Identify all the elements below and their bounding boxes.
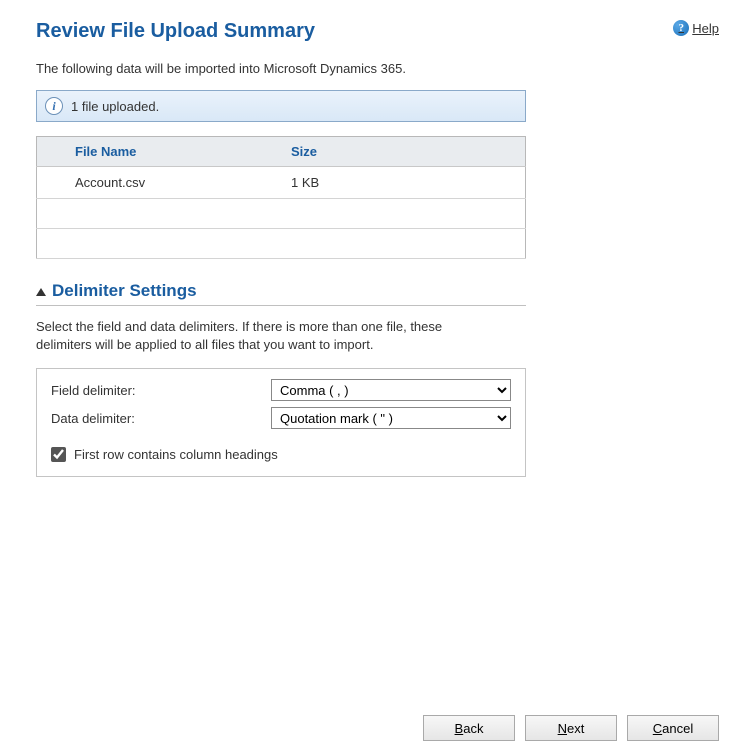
info-icon: i [45,97,63,115]
delimiter-section-title: Delimiter Settings [52,281,197,301]
intro-text: The following data will be imported into… [36,61,719,76]
table-row-empty [37,229,526,259]
cancel-button[interactable]: Cancel [627,715,719,741]
button-bar: Back Next Cancel [423,715,719,741]
table-row[interactable]: Account.csv 1 KB [37,167,526,199]
col-size[interactable]: Size [281,137,526,167]
file-table: File Name Size Account.csv 1 KB [36,136,526,259]
back-button[interactable]: Back [423,715,515,741]
field-delimiter-select[interactable]: Comma ( , ) [271,379,511,401]
page-title: Review File Upload Summary [36,20,315,43]
data-delimiter-label: Data delimiter: [51,411,271,426]
first-row-headings-label: First row contains column headings [74,447,278,462]
chevron-down-icon [36,288,46,296]
next-button[interactable]: Next [525,715,617,741]
help-icon: ? [673,20,689,36]
help-label: Help [692,21,719,36]
cell-file-name: Account.csv [37,167,282,199]
first-row-headings-checkbox[interactable] [51,447,66,462]
upload-banner: i 1 file uploaded. [36,90,526,122]
delimiter-section-header[interactable]: Delimiter Settings [36,281,526,306]
upload-banner-text: 1 file uploaded. [71,99,159,114]
help-link[interactable]: ? Help [673,20,719,36]
delimiter-description: Select the field and data delimiters. If… [36,318,476,354]
cell-size: 1 KB [281,167,526,199]
delimiter-settings-box: Field delimiter: Comma ( , ) Data delimi… [36,368,526,477]
field-delimiter-label: Field delimiter: [51,383,271,398]
col-file-name[interactable]: File Name [37,137,282,167]
data-delimiter-select[interactable]: Quotation mark ( " ) [271,407,511,429]
table-row-empty [37,199,526,229]
